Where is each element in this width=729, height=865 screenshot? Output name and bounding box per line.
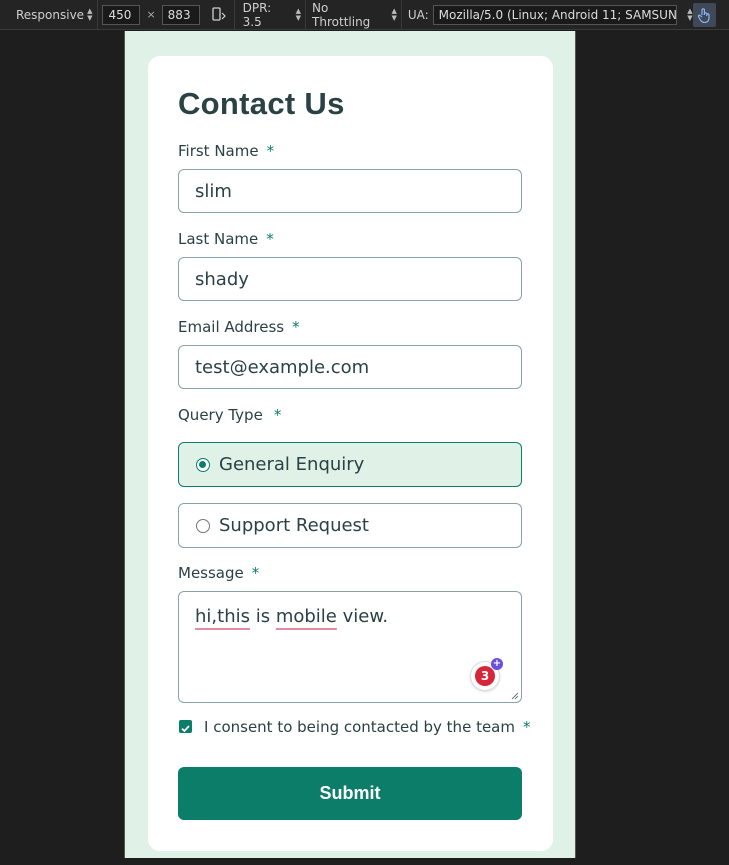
required-asterisk: * [292, 318, 300, 336]
last-name-input[interactable]: shady [178, 257, 522, 301]
ua-select-arrows-icon[interactable]: ▲ ▼ [687, 7, 692, 22]
required-asterisk: * [522, 718, 531, 736]
resize-grip-icon[interactable] [511, 692, 519, 700]
radio-button-unchecked[interactable] [196, 518, 210, 533]
last-name-label: Last Name * [178, 230, 274, 248]
ua-label: UA: [407, 7, 429, 22]
throttling-select[interactable]: No Throttling ▲ ▼ [306, 0, 401, 30]
divider [97, 0, 99, 30]
rotate-icon[interactable] [210, 6, 226, 23]
select-arrows-icon: ▲ ▼ [391, 6, 397, 22]
radio-general-enquiry[interactable]: General Enquiry [178, 442, 522, 487]
plus-icon: + [491, 658, 503, 670]
email-label-text: Email Address [178, 318, 285, 336]
device-mode-select[interactable]: Responsive ▲ ▼ [0, 0, 96, 30]
radio-support-request[interactable]: Support Request [178, 503, 522, 548]
device-mode-label: Responsive [16, 7, 85, 22]
first-name-input[interactable]: slim [178, 169, 522, 213]
email-label: Email Address * [178, 318, 300, 336]
radio-label-support-request: Support Request [219, 515, 369, 536]
throttling-label: No Throttling [312, 0, 371, 29]
required-asterisk: * [273, 406, 282, 424]
query-type-label-text: Query Type [178, 406, 263, 424]
page-title: Contact Us [178, 86, 345, 121]
message-label-text: Message [178, 564, 244, 582]
device-viewport: Contact Us First Name * slim Last Name * s… [124, 31, 576, 858]
message-word-misspelled: hi,this [195, 606, 250, 627]
devtools-device-toolbar: Responsive ▲ ▼ 450 × 883 DPR: 3.5 ▲ ▼ No T… [0, 0, 729, 30]
consent-label[interactable]: I consent to being contacted by the team… [204, 718, 530, 736]
message-word-misspelled: mobile [275, 606, 337, 627]
first-name-label: First Name * [178, 142, 274, 160]
first-name-label-text: First Name [178, 142, 259, 160]
consent-checkbox[interactable] [179, 720, 192, 733]
select-arrows-icon: ▲ ▼ [87, 6, 93, 22]
check-icon [181, 725, 190, 733]
viewport-height-input[interactable]: 883 [161, 4, 200, 25]
required-asterisk: * [266, 230, 274, 248]
required-asterisk: * [266, 142, 275, 160]
radio-button-checked[interactable] [196, 457, 210, 472]
dpr-select[interactable]: DPR: 3.5 ▲ ▼ [235, 0, 305, 30]
email-input[interactable]: test@example.com [178, 345, 522, 389]
select-arrows-icon: ▲ ▼ [295, 6, 302, 22]
grammar-extension-badge[interactable]: 3 + [471, 658, 503, 690]
message-text: view. [336, 606, 389, 627]
message-textarea[interactable]: hi,this is mobile view. 3 + [178, 591, 522, 703]
radio-label-general-enquiry: General Enquiry [219, 454, 365, 475]
last-name-label-text: Last Name [178, 230, 259, 248]
required-asterisk: * [251, 564, 260, 582]
submit-button[interactable]: Submit [178, 767, 522, 820]
query-type-label: Query Type * [178, 406, 281, 424]
message-text: is [249, 606, 276, 627]
extension-badge-count: 3 [475, 666, 495, 686]
touch-emulation-icon[interactable] [692, 2, 717, 27]
consent-label-text: I consent to being contacted by the team [204, 718, 515, 736]
user-agent-input[interactable]: Mozilla/5.0 (Linux; Android 11; SAMSUNG … [432, 4, 678, 25]
message-label: Message * [178, 564, 259, 582]
dimension-separator: × [146, 8, 156, 21]
viewport-width-input[interactable]: 450 [102, 4, 141, 25]
dpr-label: DPR: 3.5 [242, 0, 272, 29]
contact-form-card: Contact Us First Name * slim Last Name * s… [148, 56, 553, 851]
